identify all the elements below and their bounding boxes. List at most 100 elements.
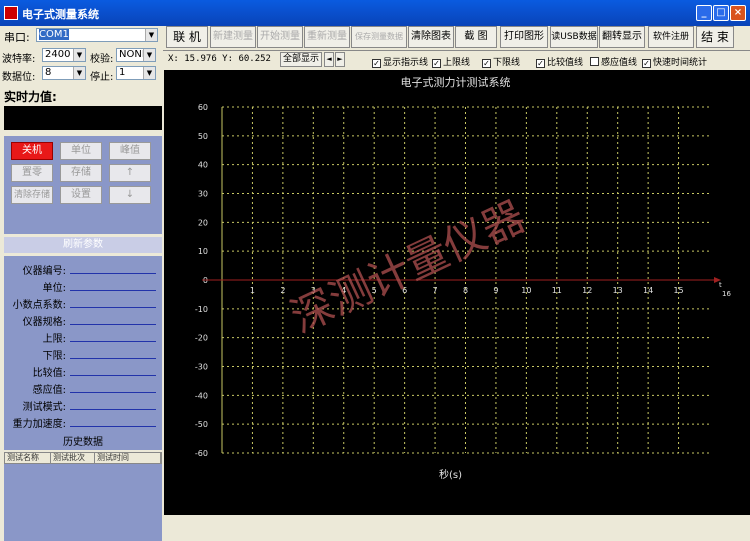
checkbox-label: 下限线 <box>493 58 521 68</box>
param-label: 上限: <box>42 334 66 345</box>
x-tick-label: 10 <box>521 286 531 295</box>
checkbox-label: 感应值线 <box>601 58 638 68</box>
store-button[interactable]: 存储 <box>60 164 102 182</box>
exit-button[interactable]: 结 束 <box>696 26 734 48</box>
x-axis-label: 秒(s) <box>439 468 462 481</box>
screenshot-button[interactable]: 截 图 <box>455 26 497 48</box>
unit-button[interactable]: 单位 <box>60 142 102 160</box>
param-field[interactable] <box>70 307 156 308</box>
clear-chart-button[interactable]: 清除图表 <box>408 26 454 48</box>
param-label: 小数点系数: <box>12 300 66 311</box>
param-field[interactable] <box>70 426 156 427</box>
chevron-down-icon[interactable]: ▼ <box>143 49 155 61</box>
baud-select[interactable]: 2400 ▼ <box>42 48 86 62</box>
param-field[interactable] <box>70 273 156 274</box>
clear-storage-button[interactable]: 清除存储 <box>11 186 53 204</box>
remeasure-button[interactable]: 重新测量 <box>304 26 350 48</box>
param-field[interactable] <box>70 409 156 410</box>
checkbox-sense-line[interactable]: 感应值线 <box>590 55 637 68</box>
history-col-batch[interactable]: 测试批次 <box>51 453 95 463</box>
refresh-params-button[interactable]: 刷新参数 <box>4 237 162 253</box>
port-select[interactable]: COM1 ▼ <box>36 28 158 42</box>
y-tick-label: -20 <box>195 334 208 343</box>
chevron-down-icon[interactable]: ▼ <box>73 49 85 61</box>
flip-display-button[interactable]: 翻转显示 <box>599 26 645 48</box>
chevron-down-icon[interactable]: ▼ <box>145 29 157 41</box>
checkbox-box[interactable] <box>590 57 599 66</box>
param-label: 感应值: <box>32 385 66 396</box>
history-table-header: 测试名称 测试批次 测试时间 <box>4 452 162 464</box>
y-tick-label: 40 <box>198 161 208 170</box>
connect-button[interactable]: 联 机 <box>166 26 208 48</box>
param-row: 比较值: <box>4 362 162 379</box>
print-chart-button[interactable]: 打印图形 <box>500 26 548 48</box>
checkbox-lower-limit[interactable]: ✓ 下限线 <box>482 55 520 68</box>
read-usb-button[interactable]: 读USB数据 <box>550 26 598 48</box>
checkbox-box[interactable]: ✓ <box>642 59 651 68</box>
y-tick-label: 60 <box>198 103 208 112</box>
chart-options-bar: X: 15.976 Y: 60.252 全部显示 ◄ ► ✓ 显示指示线 ✓ 上限线… <box>164 51 750 69</box>
param-field[interactable] <box>70 392 156 393</box>
chevron-down-icon[interactable]: ▼ <box>143 67 155 79</box>
x-tick-label: 9 <box>493 286 498 295</box>
x-tick-label: 14 <box>643 286 653 295</box>
x-tick-label: 1 <box>250 286 255 295</box>
maximize-button[interactable]: □ <box>713 5 729 21</box>
save-data-button[interactable]: 保存测量数据 <box>351 26 407 48</box>
close-button[interactable]: × <box>730 5 746 21</box>
param-field[interactable] <box>70 341 156 342</box>
up-button[interactable]: ↑ <box>109 164 151 182</box>
param-field[interactable] <box>70 358 156 359</box>
check-select[interactable]: NONE ▼ <box>116 48 156 62</box>
checkbox-compare-line[interactable]: ✓ 比较值线 <box>536 55 583 68</box>
minimize-button[interactable]: _ <box>696 5 712 21</box>
start-measure-button[interactable]: 开始测量 <box>257 26 303 48</box>
param-label: 单位: <box>42 283 66 294</box>
check-label: 校验: <box>90 54 114 65</box>
checkbox-box[interactable]: ✓ <box>536 59 545 68</box>
register-button[interactable]: 软件注册 <box>648 26 694 48</box>
databits-value: 8 <box>45 67 52 78</box>
new-measure-button[interactable]: 新建测量 <box>210 26 256 48</box>
param-label: 仪器编号: <box>22 266 66 277</box>
settings-button[interactable]: 设置 <box>60 186 102 204</box>
history-col-time[interactable]: 测试时间 <box>95 453 161 463</box>
port-value: COM1 <box>39 29 69 40</box>
checkbox-upper-limit[interactable]: ✓ 上限线 <box>432 55 470 68</box>
databits-select[interactable]: 8 ▼ <box>42 66 86 80</box>
checkbox-label: 比较值线 <box>547 58 584 68</box>
history-col-name[interactable]: 测试名称 <box>5 453 51 463</box>
y-tick-label: -50 <box>195 420 208 429</box>
show-all-button[interactable]: 全部显示 <box>280 52 322 67</box>
realtime-label: 实时力值: <box>4 90 57 104</box>
x-tick-label: 11 <box>552 286 562 295</box>
checkbox-indicator-line[interactable]: ✓ 显示指示线 <box>372 55 428 68</box>
chevron-down-icon[interactable]: ▼ <box>73 67 85 79</box>
power-off-button[interactable]: 关机 <box>11 142 53 160</box>
chart-title: 电子式测力计测试系统 <box>401 76 511 89</box>
app-icon <box>4 6 18 20</box>
peak-button[interactable]: 峰值 <box>109 142 151 160</box>
param-field[interactable] <box>70 375 156 376</box>
scroll-left-icon[interactable]: ◄ <box>324 52 334 67</box>
scroll-right-icon[interactable]: ► <box>335 52 345 67</box>
param-field[interactable] <box>70 290 156 291</box>
chart-area[interactable]: 电子式测力计测试系统6050403020100-10-20-30-40-50-6… <box>164 70 750 515</box>
checkbox-fast-time-stats[interactable]: ✓ 快速时间统计 <box>642 55 707 68</box>
stop-select[interactable]: 1 ▼ <box>116 66 156 80</box>
checkbox-box[interactable]: ✓ <box>432 59 441 68</box>
x-tick-label: 13 <box>613 286 623 295</box>
param-row: 重力加速度: <box>4 413 162 430</box>
y-tick-label: 50 <box>198 132 208 141</box>
checkbox-box[interactable]: ✓ <box>482 59 491 68</box>
y-tick-label: 30 <box>198 190 208 199</box>
down-button[interactable]: ↓ <box>109 186 151 204</box>
checkbox-box[interactable]: ✓ <box>372 59 381 68</box>
param-label: 重力加速度: <box>12 419 66 430</box>
zero-button[interactable]: 置零 <box>11 164 53 182</box>
checkbox-label: 快速时间统计 <box>653 58 708 68</box>
history-table-body[interactable] <box>4 464 162 541</box>
y-tick-label: -10 <box>195 305 208 314</box>
baud-value: 2400 <box>45 49 71 60</box>
param-field[interactable] <box>70 324 156 325</box>
